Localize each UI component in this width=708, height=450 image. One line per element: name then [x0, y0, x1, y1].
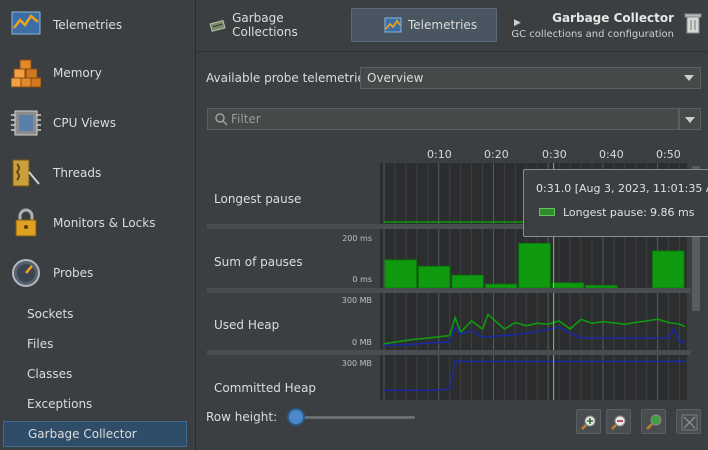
y-max-label: 300 MB — [341, 296, 372, 305]
tab-telemetries[interactable]: Telemetries — [351, 8, 497, 42]
telemetries-tab-icon — [384, 17, 402, 33]
cpu-icon — [11, 110, 41, 136]
row-label-used-heap: Used Heap — [214, 318, 280, 332]
tooltip-series: Longest pause: — [563, 206, 647, 219]
probe-telemetries-label: Available probe telemetries: — [206, 71, 376, 85]
zoom-in-button[interactable] — [576, 409, 601, 434]
page-subtitle: GC collections and configuration — [511, 29, 674, 40]
zoom-fit-icon — [646, 414, 662, 430]
row-separator — [207, 350, 691, 355]
row-height-label: Row height: — [206, 410, 278, 424]
close-chart-button[interactable] — [676, 409, 701, 434]
tooltip-time: 0:31.0 [Aug 3, 2023, 11:01:35 AM] — [536, 182, 708, 195]
row-height-slider-knob[interactable] — [287, 408, 306, 426]
tooltip-value: 9.86 ms — [650, 206, 695, 219]
time-axis: 0:10 0:20 0:30 0:40 0:50 — [380, 138, 687, 163]
sidebar-subitem-label: Classes — [27, 367, 73, 381]
breadcrumb-arrow-icon: ▶ — [514, 18, 521, 28]
row-label-longest-pause: Longest pause — [214, 192, 302, 206]
sidebar-item-cpu-views[interactable]: CPU Views — [0, 98, 196, 148]
sidebar-item-memory[interactable]: Memory — [0, 48, 196, 98]
row-height-slider[interactable] — [290, 416, 415, 419]
memory-icon — [11, 59, 41, 88]
sidebar-subitem-exceptions[interactable]: Exceptions — [0, 391, 196, 417]
sidebar-item-label: Telemetries — [53, 18, 123, 32]
sidebar-subitem-label: Sockets — [27, 307, 74, 321]
sidebar-subitem-garbage-collector[interactable]: Garbage Collector — [3, 421, 187, 447]
filter-placeholder: Filter — [231, 112, 261, 126]
y-min-label: 0 ms — [352, 275, 372, 284]
axis-tick-label: 0:10 — [427, 148, 452, 161]
sidebar-subitem-sockets[interactable]: Sockets — [0, 301, 196, 327]
probe-telemetries-select[interactable]: Overview — [360, 67, 701, 89]
row-label-sum-of-pauses: Sum of pauses — [214, 255, 303, 269]
chart-tooltip: 0:31.0 [Aug 3, 2023, 11:01:35 AM] Longes… — [523, 169, 708, 237]
tab-label: Garbage Collections — [232, 11, 298, 39]
bar-sum-of-pauses — [652, 250, 685, 289]
chevron-down-icon — [685, 117, 695, 123]
garbage-collections-icon — [209, 19, 226, 32]
sidebar-item-threads[interactable]: Threads — [0, 148, 196, 198]
sidebar-item-telemetries[interactable]: Telemetries — [0, 0, 196, 50]
y-min-label: 0 MB — [351, 338, 372, 347]
probe-select-value: Overview — [367, 71, 424, 85]
row-separator — [207, 288, 691, 293]
sidebar-subitem-files[interactable]: Files — [0, 331, 196, 357]
sidebar-subitem-classes[interactable]: Classes — [0, 361, 196, 387]
lock-icon — [15, 208, 37, 237]
y-max-label: 200 ms — [342, 234, 372, 243]
tab-label: Telemetries — [408, 18, 478, 32]
sidebar: Telemetries Memory CPU Views Threads Mon… — [0, 0, 196, 450]
close-icon — [681, 414, 698, 431]
search-icon — [215, 113, 228, 126]
zoom-in-icon — [581, 415, 596, 430]
sidebar-item-label: Probes — [53, 266, 94, 280]
filter-input[interactable]: Filter — [207, 108, 679, 130]
page-title: Garbage Collector — [552, 11, 674, 25]
bar-sum-of-pauses — [451, 274, 484, 289]
sidebar-subitem-label: Exceptions — [27, 397, 93, 411]
tab-garbage-collections[interactable]: Garbage Collections — [205, 8, 347, 42]
chevron-down-icon — [684, 75, 694, 81]
bar-sum-of-pauses — [384, 259, 417, 289]
sidebar-item-label: Memory — [53, 66, 102, 80]
trash-icon[interactable] — [684, 12, 702, 34]
sidebar-item-label: Monitors & Locks — [53, 216, 156, 230]
y-max-label: 300 MB — [341, 359, 372, 368]
row-label-committed-heap: Committed Heap — [214, 381, 317, 395]
sidebar-subitem-label: Files — [27, 337, 54, 351]
axis-tick-label: 0:40 — [599, 148, 624, 161]
zoom-fit-button[interactable] — [641, 409, 666, 434]
telemetries-icon — [11, 11, 41, 35]
filter-dropdown-button[interactable] — [679, 108, 701, 130]
axis-tick-label: 0:30 — [542, 148, 567, 161]
bar-sum-of-pauses — [417, 265, 451, 289]
zoom-out-button[interactable] — [606, 409, 631, 434]
threads-icon — [12, 159, 40, 187]
sidebar-subitem-label: Garbage Collector — [28, 427, 137, 441]
main-panel: Garbage Collections Telemetries ▶ Garbag… — [197, 0, 708, 450]
toolbar: Garbage Collections Telemetries ▶ Garbag… — [197, 0, 708, 52]
tooltip-swatch — [539, 208, 555, 216]
bar-sum-of-pauses — [518, 242, 551, 289]
sidebar-item-label: CPU Views — [53, 116, 116, 130]
zoom-out-icon — [611, 415, 626, 430]
sidebar-item-label: Threads — [53, 166, 102, 180]
axis-tick-label: 0:20 — [484, 148, 509, 161]
sidebar-item-probes[interactable]: Probes — [0, 248, 196, 298]
sidebar-item-monitors-locks[interactable]: Monitors & Locks — [0, 198, 196, 248]
probes-icon — [12, 259, 40, 287]
axis-tick-label: 0:50 — [656, 148, 681, 161]
